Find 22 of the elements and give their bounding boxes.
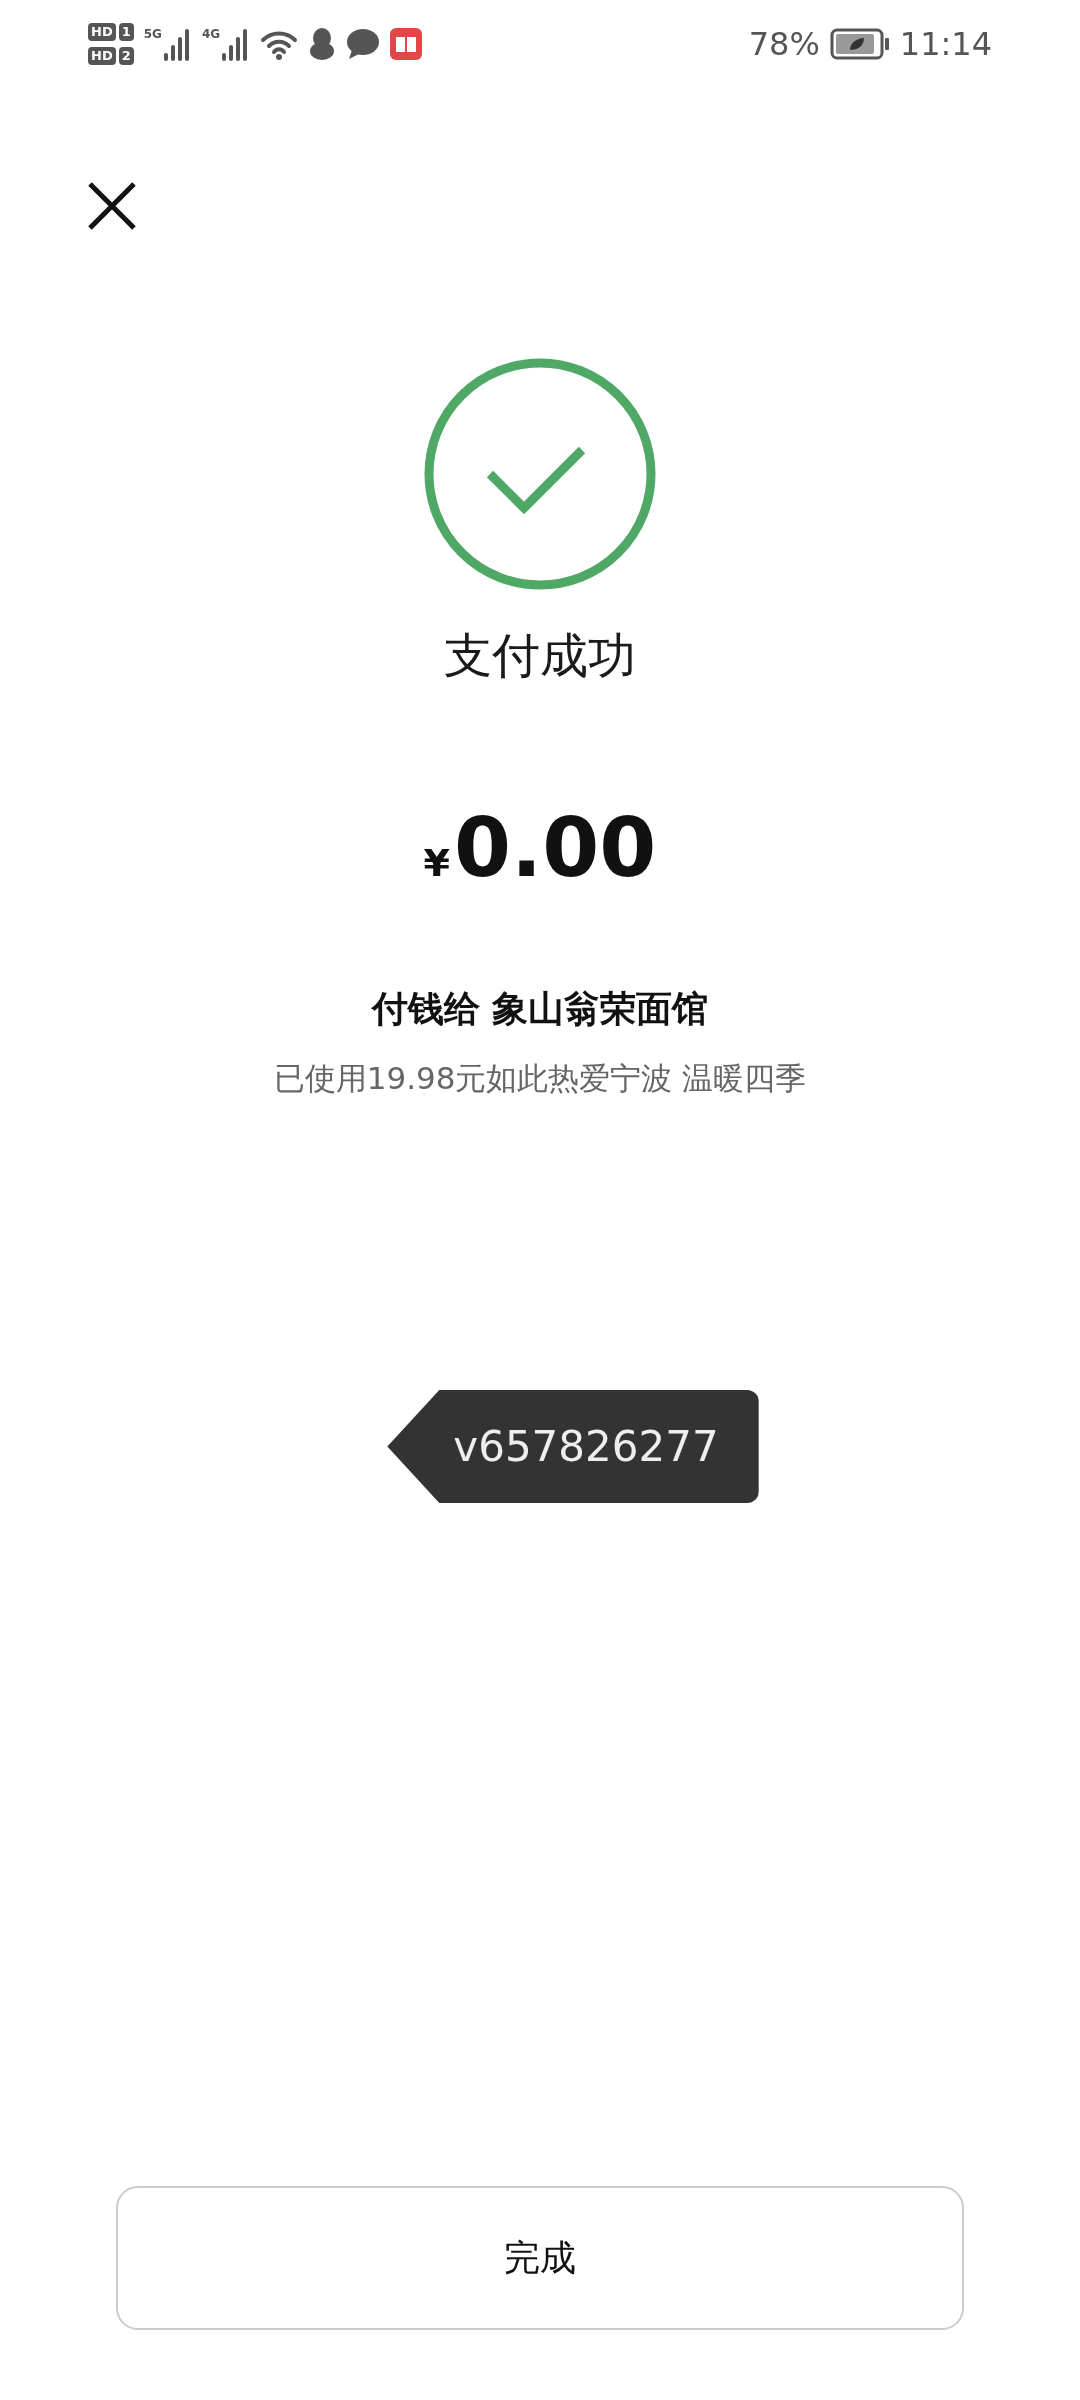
checkmark-circle-icon — [424, 358, 656, 590]
close-button[interactable] — [86, 180, 138, 232]
payee-text: 付钱给 象山翁荣面馆 — [371, 987, 709, 1031]
payment-status-title: 支付成功 — [444, 626, 636, 685]
id-tag: v657826277 — [387, 1390, 759, 1503]
amount: 0.00 — [454, 800, 657, 895]
clock: 11:14 — [899, 25, 992, 63]
hd-label: HD — [88, 47, 116, 65]
currency-symbol: ¥ — [423, 841, 451, 885]
network-label: 4G — [201, 27, 221, 41]
discount-note: 已使用19.98元如此热爱宁波 温暖四季 — [273, 1059, 807, 1098]
book-icon — [390, 28, 423, 60]
hd-label: HD — [88, 23, 116, 41]
sim-slot: 2 — [118, 47, 134, 65]
battery-percent: 78% — [748, 25, 820, 63]
signal-icon — [163, 27, 192, 61]
network-label: 5G — [143, 27, 162, 41]
sim-slot: 1 — [118, 23, 134, 41]
penguin-icon — [308, 27, 337, 61]
chat-bubble-icon — [346, 28, 381, 60]
battery-icon — [829, 28, 890, 60]
done-button[interactable]: 完成 — [116, 2186, 964, 2330]
